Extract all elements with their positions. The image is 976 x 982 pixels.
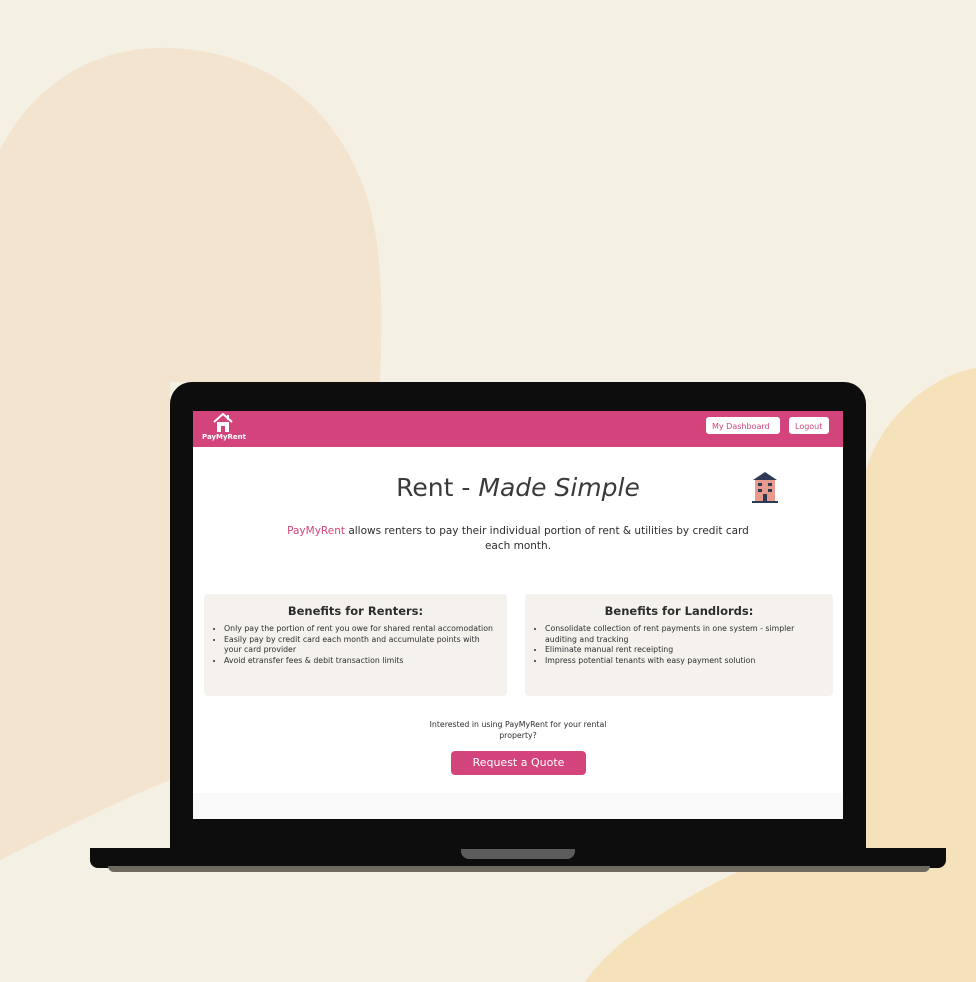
logout-button[interactable]: Logout	[789, 417, 829, 434]
list-item: Easily pay by credit card each month and…	[224, 635, 497, 656]
list-item: Impress potential tenants with easy paym…	[545, 656, 823, 667]
list-item: Eliminate manual rent receipting	[545, 645, 823, 656]
renters-benefits-list: Only pay the portion of rent you owe for…	[214, 624, 497, 666]
landlords-card-title: Benefits for Landlords:	[604, 604, 754, 618]
hero-title: Rent - Made Simple	[193, 473, 843, 502]
list-item: Avoid etransfer fees & debit transaction…	[224, 656, 497, 667]
logo[interactable]: PayMyRent	[200, 413, 247, 443]
laptop-notch	[461, 849, 575, 859]
navbar: PayMyRent My Dashboard Logout	[193, 411, 843, 447]
renters-card-title: Benefits for Renters:	[287, 604, 424, 618]
hero-title-main: Rent -	[396, 473, 479, 502]
apartment-building-icon	[752, 472, 778, 503]
page-footer	[193, 793, 843, 819]
quote-prompt: Interested in using PayMyRent for your r…	[429, 720, 607, 740]
laptop-screen: PayMyRent My Dashboard Logout Rent - Mad…	[193, 411, 843, 819]
landlords-benefits-card: Benefits for Landlords: Consolidate coll…	[525, 594, 833, 696]
brand-highlight: PayMyRent	[287, 525, 345, 537]
hero-title-italic: Made Simple	[478, 473, 640, 502]
my-dashboard-button[interactable]: My Dashboard	[706, 417, 780, 434]
landlords-benefits-list: Consolidate collection of rent payments …	[535, 624, 823, 666]
renters-benefits-card: Benefits for Renters: Only pay the porti…	[204, 594, 507, 696]
hero-description-text: allows renters to pay their individual p…	[344, 525, 749, 552]
list-item: Consolidate collection of rent payments …	[545, 624, 823, 645]
list-item: Only pay the portion of rent you owe for…	[224, 624, 497, 635]
request-quote-button[interactable]: Request a Quote	[451, 751, 586, 775]
logo-text: PayMyRent	[202, 433, 247, 441]
hero-description: PayMyRent allows renters to pay their in…	[273, 524, 763, 554]
house-icon	[213, 413, 233, 432]
laptop-foot	[108, 866, 930, 872]
